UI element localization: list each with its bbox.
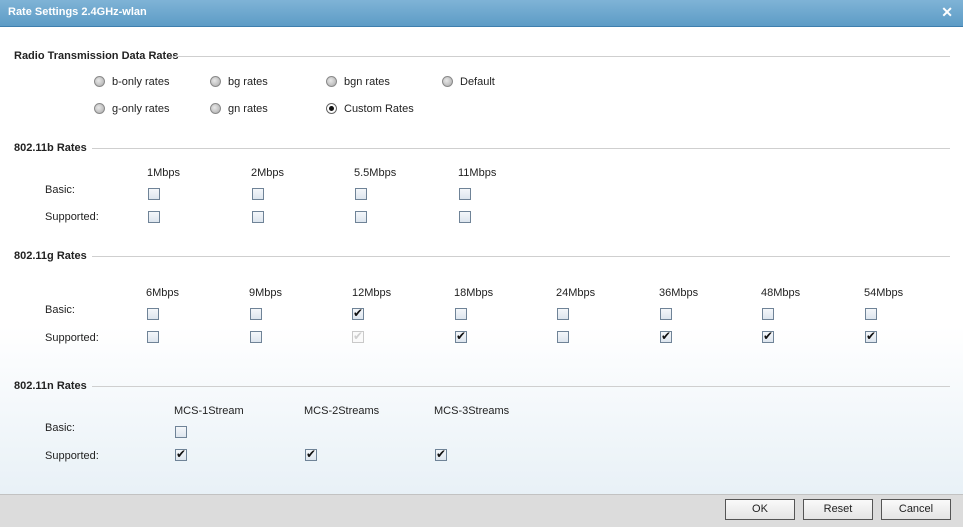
b-supported-label: Supported: xyxy=(45,211,99,223)
g-supported-12mbps-checkbox xyxy=(352,329,364,343)
section-divider xyxy=(92,148,950,149)
g-basic-12mbps-checkbox[interactable] xyxy=(352,306,364,320)
g-supported-label: Supported: xyxy=(45,332,99,344)
n-col-header: MCS-2Streams xyxy=(304,405,380,417)
n-supported-mcs-2streams-checkbox[interactable] xyxy=(305,447,317,461)
g-supported-24mbps-checkbox[interactable] xyxy=(557,331,569,343)
close-icon[interactable]: ✕ xyxy=(941,5,953,19)
rate-settings-dialog: Rate Settings 2.4GHz-wlan ✕ Radio Transm… xyxy=(0,0,963,527)
g-basic-6mbps-checkbox[interactable] xyxy=(147,308,159,320)
radio-label-gn: gn rates xyxy=(228,103,268,115)
radio-label-g-only: g-only rates xyxy=(112,103,170,115)
g-col-header: 54Mbps xyxy=(864,287,904,299)
b-basic-1mbps-checkbox[interactable] xyxy=(148,188,160,200)
g-rates-heading: 802.11g Rates xyxy=(14,250,87,262)
g-supported-9mbps-checkbox[interactable] xyxy=(250,331,262,343)
b-col-header: 5.5Mbps xyxy=(354,167,397,179)
b-supported-1mbps-checkbox[interactable] xyxy=(148,211,160,223)
g-col-header: 48Mbps xyxy=(761,287,801,299)
n-supported-mcs-1stream-checkbox[interactable] xyxy=(175,447,187,461)
radio-label-bgn: bgn rates xyxy=(344,76,390,88)
g-supported-48mbps-checkbox[interactable] xyxy=(762,329,774,343)
title-bar[interactable]: Rate Settings 2.4GHz-wlan ✕ xyxy=(0,0,963,27)
b-supported-11mbps-checkbox[interactable] xyxy=(459,211,471,223)
b-supported-2mbps-checkbox[interactable] xyxy=(252,211,264,223)
g-col-header: 36Mbps xyxy=(659,287,699,299)
section-divider xyxy=(92,256,950,257)
radio-b-only-rates[interactable] xyxy=(94,76,105,87)
g-col-header: 6Mbps xyxy=(146,287,180,299)
n-rates-heading: 802.11n Rates xyxy=(14,380,87,392)
g-supported-18mbps-checkbox[interactable] xyxy=(455,329,467,343)
radio-label-custom: Custom Rates xyxy=(344,103,414,115)
g-supported-54mbps-checkbox[interactable] xyxy=(865,329,877,343)
g-basic-24mbps-checkbox[interactable] xyxy=(557,308,569,320)
ok-button[interactable]: OK xyxy=(725,499,795,520)
radio-gn-rates[interactable] xyxy=(210,103,221,114)
reset-button[interactable]: Reset xyxy=(803,499,873,520)
g-basic-54mbps-checkbox[interactable] xyxy=(865,308,877,320)
b-basic-2mbps-checkbox[interactable] xyxy=(252,188,264,200)
g-basic-36mbps-checkbox[interactable] xyxy=(660,308,672,320)
b-rates-heading: 802.11b Rates xyxy=(14,142,87,154)
radio-default[interactable] xyxy=(442,76,453,87)
n-basic-mcs-1stream-checkbox[interactable] xyxy=(175,426,187,438)
g-col-header: 18Mbps xyxy=(454,287,494,299)
g-col-header: 9Mbps xyxy=(249,287,283,299)
n-supported-label: Supported: xyxy=(45,450,99,462)
b-col-header: 11Mbps xyxy=(458,167,497,179)
radio-label-default: Default xyxy=(460,76,495,88)
n-col-header: MCS-1Stream xyxy=(174,405,244,417)
b-basic-label: Basic: xyxy=(45,184,75,196)
radio-bgn-rates[interactable] xyxy=(326,76,337,87)
b-col-header: 1Mbps xyxy=(147,167,181,179)
n-basic-label: Basic: xyxy=(45,422,75,434)
radio-g-only-rates[interactable] xyxy=(94,103,105,114)
dialog-title: Rate Settings 2.4GHz-wlan xyxy=(8,6,147,18)
g-supported-36mbps-checkbox[interactable] xyxy=(660,329,672,343)
cancel-button[interactable]: Cancel xyxy=(881,499,951,520)
g-basic-48mbps-checkbox[interactable] xyxy=(762,308,774,320)
section-divider xyxy=(172,56,950,57)
g-col-header: 12Mbps xyxy=(352,287,392,299)
b-col-header: 2Mbps xyxy=(251,167,285,179)
g-basic-18mbps-checkbox[interactable] xyxy=(455,308,467,320)
b-basic-5-5mbps-checkbox[interactable] xyxy=(355,188,367,200)
g-basic-label: Basic: xyxy=(45,304,75,316)
b-supported-5-5mbps-checkbox[interactable] xyxy=(355,211,367,223)
n-supported-mcs-3streams-checkbox[interactable] xyxy=(435,447,447,461)
radio-custom-rates[interactable] xyxy=(326,103,337,114)
g-basic-9mbps-checkbox[interactable] xyxy=(250,308,262,320)
g-col-header: 24Mbps xyxy=(556,287,596,299)
n-col-header: MCS-3Streams xyxy=(434,405,510,417)
radio-label-bg: bg rates xyxy=(228,76,268,88)
section-divider xyxy=(92,386,950,387)
radio-bg-rates[interactable] xyxy=(210,76,221,87)
radio-label-b-only: b-only rates xyxy=(112,76,170,88)
b-basic-11mbps-checkbox[interactable] xyxy=(459,188,471,200)
radio-section-heading: Radio Transmission Data Rates xyxy=(14,50,179,62)
g-supported-6mbps-checkbox[interactable] xyxy=(147,331,159,343)
